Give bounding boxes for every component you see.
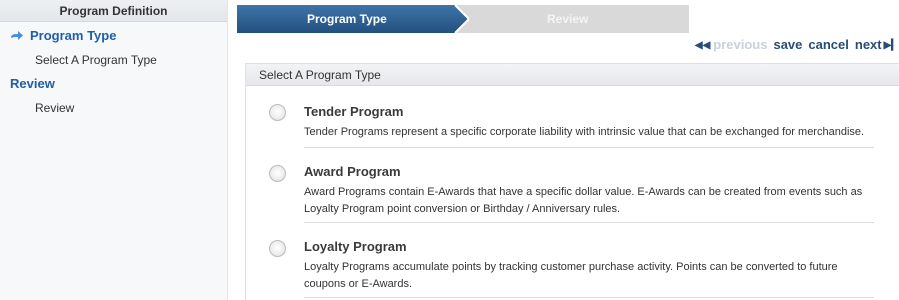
option-description: Award Programs contain E-Awards that hav…	[304, 186, 863, 215]
sidebar-section-program-type[interactable]: Program Type	[0, 26, 227, 46]
option-description: Tender Programs represent a specific cor…	[304, 126, 865, 138]
arrow-right-icon	[11, 31, 23, 40]
option-title: Award Program	[304, 164, 401, 179]
sidebar-item-review[interactable]: Review	[0, 98, 227, 118]
sidebar-section-label: Program Type	[30, 28, 117, 43]
option-loyalty-program: Loyalty Program Loyalty Programs accumul…	[246, 224, 899, 300]
previous-link[interactable]: previous	[713, 37, 767, 52]
save-link[interactable]: save	[773, 37, 802, 52]
option-divider	[304, 222, 874, 223]
skip-forward-icon: ▶▎	[883, 40, 899, 51]
next-link[interactable]: next	[855, 37, 882, 52]
sidebar-section-label: Review	[10, 76, 55, 91]
tender-program-radio[interactable]	[269, 104, 286, 121]
option-award-program: Award Program Award Programs contain E-A…	[246, 149, 899, 224]
option-title: Loyalty Program	[304, 239, 407, 254]
step-program-type[interactable]: Program Type	[237, 5, 469, 33]
sidebar-header: Program Definition	[0, 0, 227, 22]
cancel-link[interactable]: cancel	[808, 37, 848, 52]
wizard-nav: ◀◀ previous save cancel next ▶▎	[695, 37, 899, 53]
option-divider	[304, 147, 874, 148]
program-type-panel: Select A Program Type Tender Program Ten…	[245, 63, 899, 300]
sidebar: Program Definition Program Type Select A…	[0, 0, 228, 300]
award-program-radio[interactable]	[269, 165, 286, 182]
sidebar-section-review[interactable]: Review	[0, 74, 227, 94]
option-title: Tender Program	[304, 104, 404, 119]
option-divider	[304, 297, 874, 298]
step-review[interactable]: Review	[547, 5, 588, 33]
step-label: Program Type	[307, 12, 387, 26]
option-description: Loyalty Programs accumulate points by tr…	[304, 261, 838, 290]
option-tender-program: Tender Program Tender Programs represent…	[246, 87, 899, 149]
sidebar-item-select-program-type[interactable]: Select A Program Type	[0, 50, 227, 70]
panel-title: Select A Program Type	[246, 64, 899, 86]
wizard-steps: Program Type Review	[237, 5, 689, 33]
rewind-icon: ◀◀	[694, 40, 711, 51]
loyalty-program-radio[interactable]	[269, 240, 286, 257]
